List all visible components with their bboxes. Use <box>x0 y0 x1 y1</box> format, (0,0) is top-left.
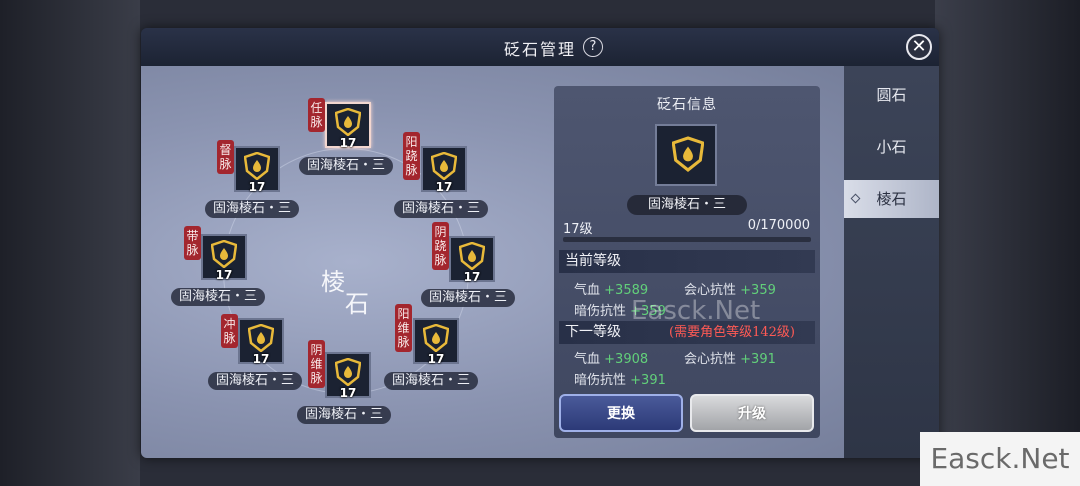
center-char-2: 石 <box>345 290 369 318</box>
shield-stone-icon <box>244 152 270 180</box>
current-level-title: 当前等级 <box>565 253 621 269</box>
stat-value: +391 <box>630 373 666 388</box>
wheel-center-label: 棱 石 <box>319 262 379 322</box>
tab-label: 圆石 <box>876 86 907 104</box>
slot-name-ren: 固海棱石・三 <box>299 157 394 175</box>
stat-label: 会心抗性 <box>684 352 737 367</box>
stat-value: +3908 <box>604 352 649 367</box>
upgrade-button[interactable]: 升级 <box>690 394 814 432</box>
stone-slot-yangqiao[interactable]: 17 <box>421 146 467 194</box>
stone-slot-chong[interactable]: 17 <box>238 318 284 366</box>
slot-level: 17 <box>215 268 233 282</box>
watermark-corner: Easck.Net <box>920 432 1080 486</box>
shield-stone-icon <box>423 324 449 352</box>
dialog-titlebar: 砭石管理 ? ✕ <box>141 28 939 66</box>
background-left <box>0 0 140 486</box>
dialog-title: 砭石管理 <box>503 40 576 59</box>
background-right <box>935 0 1080 486</box>
stat-label: 暗伤抗性 <box>574 373 627 388</box>
next-level-title: 下一等级 <box>565 324 621 340</box>
slot-name-yinwei: 固海棱石・三 <box>297 406 392 424</box>
replace-button[interactable]: 更换 <box>559 394 683 432</box>
slot-tag-dai: 带脉 <box>184 226 201 260</box>
stone-management-dialog: 砭石管理 ? ✕ 棱 石 17 任脉 固海棱石・三 17 督脉 固海棱石・三 1… <box>141 28 939 458</box>
center-char-1: 棱 <box>321 268 345 296</box>
shield-stone-icon <box>672 136 704 172</box>
exp-progress-bar <box>563 237 811 242</box>
slot-level: 17 <box>248 180 266 194</box>
stat-value: +391 <box>740 352 776 367</box>
current-level-header: 当前等级 <box>559 250 815 273</box>
shield-stone-icon <box>335 108 361 136</box>
shield-stone-icon <box>211 240 237 268</box>
info-title: 砭石信息 <box>657 97 717 113</box>
info-stone-name: 固海棱石・三 <box>627 195 747 215</box>
info-stone-icon-frame <box>655 124 717 186</box>
slot-level: 17 <box>435 180 453 194</box>
next-stat-hp: 气血 +3908 <box>574 348 648 367</box>
shield-stone-icon <box>248 324 274 352</box>
stat-label: 暗伤抗性 <box>574 304 627 319</box>
info-exp-text: 0/170000 <box>747 218 810 233</box>
slot-tag-du: 督脉 <box>217 140 234 174</box>
active-diamond-icon <box>850 193 861 204</box>
stone-slot-ren[interactable]: 17 <box>325 102 371 150</box>
stone-info-panel: 砭石信息 固海棱石・三 17级 0/170000 当前等级 气血 +3589 会… <box>554 86 820 438</box>
slot-level: 17 <box>427 352 445 366</box>
slot-tag-yinqiao: 阴跷脉 <box>432 222 449 270</box>
close-icon[interactable]: ✕ <box>906 34 932 60</box>
slot-name-du: 固海棱石・三 <box>205 200 300 218</box>
shield-stone-icon <box>431 152 457 180</box>
stone-slot-yinqiao[interactable]: 17 <box>449 236 495 284</box>
shield-stone-icon <box>459 242 485 270</box>
tab-label: 小石 <box>876 138 907 156</box>
slot-name-chong: 固海棱石・三 <box>208 372 303 390</box>
stone-wheel-panel: 棱 石 17 任脉 固海棱石・三 17 督脉 固海棱石・三 17 阳跷脉 固海棱… <box>141 66 844 458</box>
slot-tag-yangwei: 阳维脉 <box>395 304 412 352</box>
next-stat-hidden-res: 暗伤抗性 +391 <box>574 369 666 388</box>
stone-slot-du[interactable]: 17 <box>234 146 280 194</box>
help-icon[interactable]: ? <box>583 37 603 57</box>
slot-name-yangqiao: 固海棱石・三 <box>394 200 489 218</box>
stone-slot-dai[interactable]: 17 <box>201 234 247 282</box>
slot-name-yinqiao: 固海棱石・三 <box>421 289 516 307</box>
slot-tag-ren: 任脉 <box>308 98 325 132</box>
slot-level: 17 <box>339 136 357 150</box>
stone-type-tabs: 圆石 小石 棱石 <box>844 66 939 458</box>
slot-level: 17 <box>252 352 270 366</box>
slot-tag-chong: 冲脉 <box>221 314 238 348</box>
watermark-center: Easck.Net <box>631 296 761 326</box>
slot-name-yangwei: 固海棱石・三 <box>384 372 479 390</box>
slot-level: 17 <box>339 386 357 400</box>
slot-tag-yangqiao: 阳跷脉 <box>403 132 420 180</box>
stone-slot-yangwei[interactable]: 17 <box>413 318 459 366</box>
slot-level: 17 <box>463 270 481 284</box>
tab-small-stone[interactable]: 小石 <box>844 128 939 166</box>
slot-tag-yinwei: 阴维脉 <box>308 340 325 388</box>
shield-stone-icon <box>335 358 361 386</box>
stone-slot-yinwei[interactable]: 17 <box>325 352 371 400</box>
info-level: 17级 <box>563 222 593 237</box>
stat-label: 气血 <box>574 352 601 367</box>
slot-name-dai: 固海棱石・三 <box>171 288 266 306</box>
tab-prism-stone[interactable]: 棱石 <box>844 180 939 218</box>
stat-label: 气血 <box>574 283 601 298</box>
next-stat-crit-res: 会心抗性 +391 <box>684 348 776 367</box>
tab-label: 棱石 <box>876 190 907 208</box>
tab-round-stone[interactable]: 圆石 <box>844 76 939 114</box>
